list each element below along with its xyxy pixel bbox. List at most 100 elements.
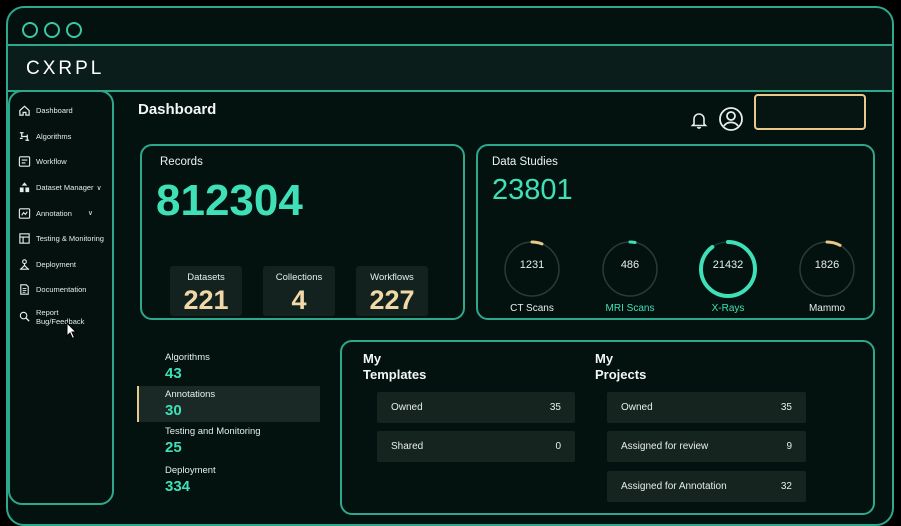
row-label: Shared [391, 441, 424, 452]
metric-item[interactable]: Algorithms 43 [165, 352, 210, 382]
metric-value: 30 [165, 402, 182, 419]
metric-label: Deployment [165, 465, 216, 476]
sidebar-item-label: Annotation [36, 208, 72, 218]
templates-title: My Templates [363, 351, 426, 383]
ring-label: MRI Scans [605, 303, 655, 314]
row-value: 35 [549, 402, 561, 413]
templates-title-line: Templates [363, 367, 427, 382]
window-control-dot[interactable] [44, 22, 60, 38]
modality-ring[interactable]: 21432 X-Rays [696, 239, 760, 314]
ring-label: CT Scans [510, 303, 554, 314]
workflow-icon [18, 156, 31, 168]
metric-item[interactable]: Deployment 334 [165, 465, 216, 495]
metric-item[interactable]: Annotations 30 [165, 389, 215, 419]
modality-ring[interactable]: 486 MRI Scans [598, 239, 662, 314]
sidebar-item-label: Algorithms [36, 131, 72, 141]
stat-value: 221 [183, 285, 229, 315]
records-card: Records 812304 Datasets 221 Collections … [140, 144, 465, 320]
metric-value: 334 [165, 478, 191, 495]
metric-value: 43 [165, 365, 182, 382]
projects-title: My Projects [595, 351, 646, 383]
projects-row[interactable]: Assigned for Annotation 32 [607, 471, 806, 502]
stat-label: Workflows [370, 272, 414, 283]
sidebar-item-label: Workflow [36, 157, 67, 167]
templates-title-line: My [363, 351, 382, 366]
stat-label: Collections [275, 272, 323, 283]
sidebar-item-dashboard[interactable]: Dashboard [10, 98, 112, 124]
templates-row[interactable]: Owned 35 [377, 392, 575, 423]
stat-collections[interactable]: Collections 4 [263, 266, 335, 316]
row-value: 32 [780, 481, 792, 492]
documentation-icon [20, 284, 29, 296]
sidebar-item-documentation[interactable]: Documentation [10, 277, 112, 303]
stat-datasets[interactable]: Datasets 221 [170, 266, 242, 316]
projects-row[interactable]: Assigned for review 9 [607, 431, 806, 462]
chevron-down-icon[interactable]: ∨ [97, 184, 102, 192]
data-studies-card: Data Studies 23801 1231 CT Scans 486 MRI Sc… [476, 144, 875, 320]
sidebar-item-deployment[interactable]: Deployment [10, 252, 112, 278]
records-title: Records [160, 156, 203, 168]
row-value: 0 [555, 441, 561, 452]
ring-label: X-Rays [711, 303, 745, 314]
sidebar-item-report-bug[interactable]: Report Bug/Feedback [10, 303, 112, 329]
mouse-cursor-icon [66, 322, 78, 340]
page-title: Dashboard [138, 101, 217, 118]
sidebar-item-label-line: Report [36, 307, 59, 317]
ring-value: 21432 [712, 259, 744, 271]
sidebar-item-annotation[interactable]: Annotation ∨ [10, 200, 112, 226]
metric-label: Testing and Monitoring [165, 426, 261, 437]
sidebar-item-label: Dataset Manager [36, 183, 94, 193]
ring-value: 1826 [814, 259, 840, 271]
testing-icon [19, 233, 30, 244]
ring-value: 486 [620, 259, 640, 271]
sidebar-item-testing-monitoring[interactable]: Testing & Monitoring [10, 226, 112, 252]
stat-label: Datasets [187, 272, 225, 283]
studies-total: 23801 [492, 174, 573, 206]
sidebar-item-dataset-manager[interactable]: Dataset Manager ∨ [10, 175, 112, 201]
algorithm-icon [19, 132, 30, 141]
chevron-down-icon[interactable]: ∨ [88, 209, 93, 217]
metric-label: Annotations [165, 389, 216, 400]
row-value: 9 [786, 441, 792, 452]
projects-title-line: My [595, 351, 614, 366]
sidebar-item-label: Dashboard [36, 106, 73, 116]
projects-row[interactable]: Owned 35 [607, 392, 806, 423]
bug-report-icon [19, 311, 30, 322]
studies-title: Data Studies [492, 156, 558, 168]
dataset-icon [19, 182, 30, 193]
sidebar-item-label: Testing & Monitoring [36, 234, 104, 244]
projects-title-line: Projects [595, 367, 647, 382]
sidebar: Dashboard Algorithms Workflow Dataset Ma… [8, 90, 114, 505]
app-logo: CXRPL [26, 58, 105, 79]
window-control-dot[interactable] [66, 22, 82, 38]
header-action-button[interactable] [754, 94, 866, 130]
metric-label: Algorithms [165, 352, 210, 363]
stat-workflows[interactable]: Workflows 227 [356, 266, 428, 316]
modality-ring[interactable]: 1826 Mammo [795, 239, 859, 314]
row-label: Owned [621, 402, 653, 413]
sidebar-item-label: Documentation [36, 285, 87, 295]
app-header-bar: CXRPL [8, 44, 892, 92]
row-label: Assigned for Annotation [621, 481, 727, 492]
row-label: Owned [391, 402, 423, 413]
templates-row[interactable]: Shared 0 [377, 431, 575, 462]
metric-value: 25 [165, 439, 182, 456]
records-total: 812304 [156, 176, 303, 225]
home-icon [19, 105, 30, 117]
metric-item[interactable]: Testing and Monitoring 25 [165, 426, 261, 456]
bell-icon[interactable] [689, 110, 709, 130]
sidebar-item-workflow[interactable]: Workflow [10, 149, 112, 175]
annotation-icon [18, 207, 31, 219]
row-value: 35 [780, 402, 792, 413]
window-controls [22, 22, 82, 38]
stat-value: 227 [369, 285, 415, 315]
sidebar-item-algorithms[interactable]: Algorithms [10, 124, 112, 150]
stat-value: 4 [291, 285, 307, 315]
ring-value: 1231 [519, 259, 545, 271]
sidebar-item-label: Deployment [36, 259, 77, 269]
modality-ring[interactable]: 1231 CT Scans [500, 239, 564, 314]
ring-label: Mammo [808, 303, 846, 314]
row-label: Assigned for review [621, 441, 709, 452]
user-avatar-icon[interactable] [718, 106, 744, 132]
window-control-dot[interactable] [22, 22, 38, 38]
